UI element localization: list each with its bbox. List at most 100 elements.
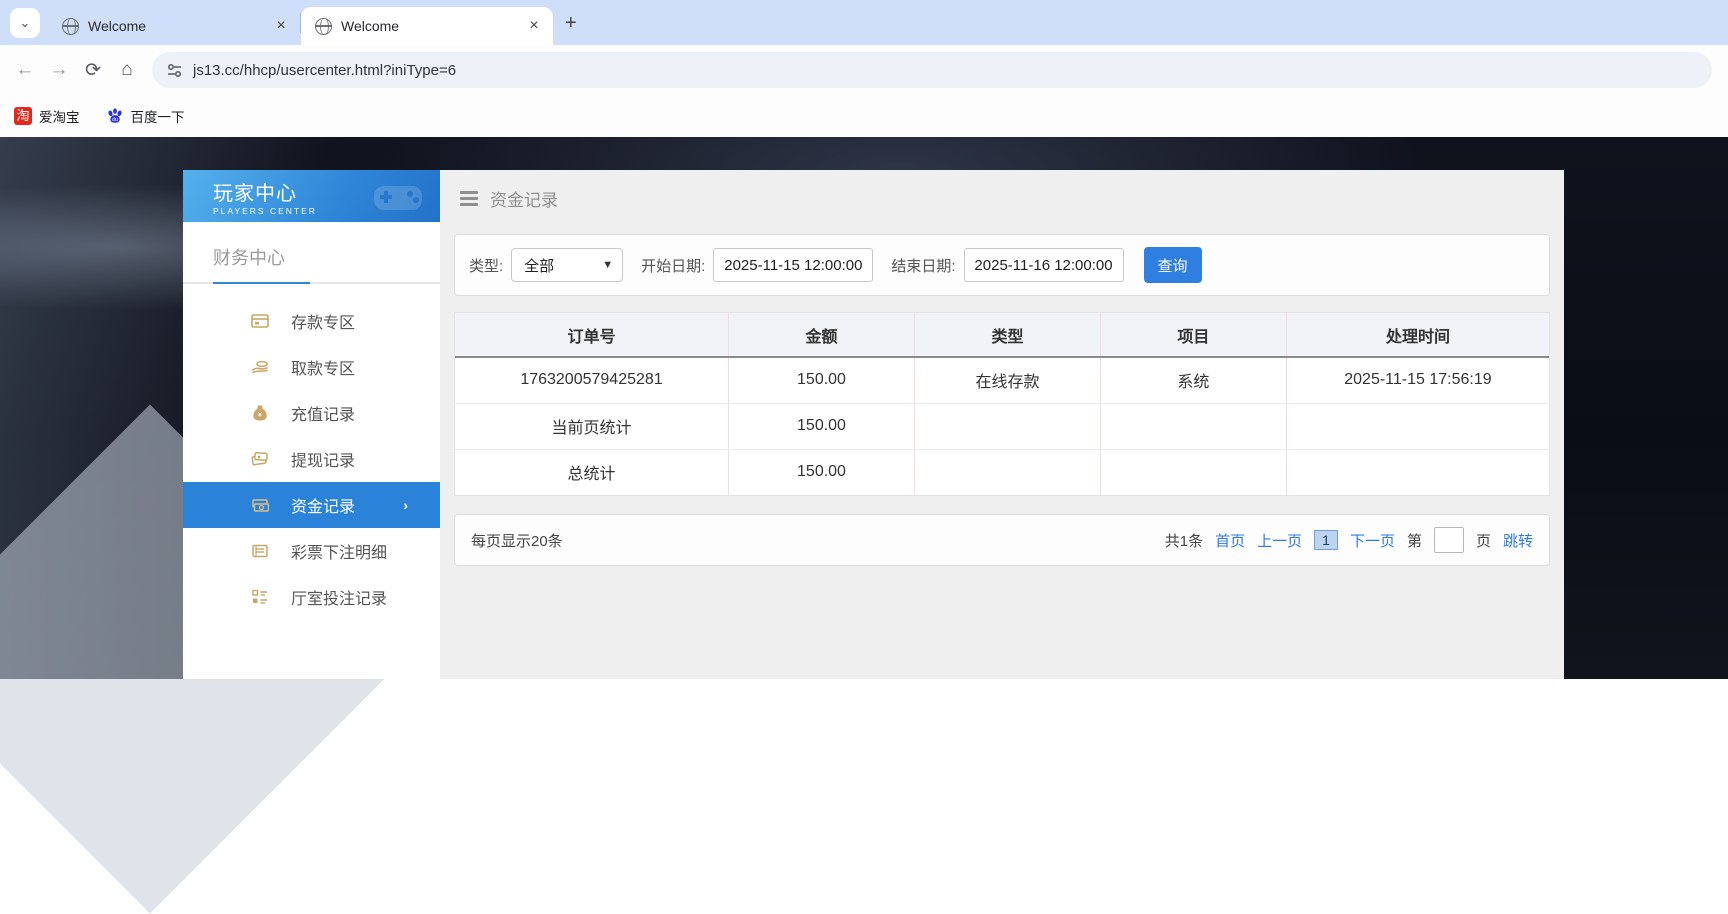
cell-amount: 150.00 [728,403,915,450]
page-title: 资金记录 [490,191,558,210]
browser-tab-1[interactable]: Welcome × [48,7,300,45]
site-info-icon[interactable] [166,62,183,79]
bookmark-label: 爱淘宝 [39,110,80,125]
sidebar-item-lottery-bet-details[interactable]: 彩票下注明细 [183,528,440,574]
list-note-icon [251,542,269,560]
funds-table: 订单号 金额 类型 项目 处理时间 1763200579425281 150.0… [455,313,1549,495]
type-select[interactable]: 全部 ▼ [511,248,624,282]
start-date-label: 开始日期: [641,257,706,275]
content-header: 资金记录 [440,170,1564,211]
sidebar-item-label: 取款专区 [291,361,356,378]
start-date-input[interactable] [713,248,874,282]
main-content: 资金记录 类型: 全部 ▼ 开始日期: 结束日期: 查询 订单号 金额 类型 项… [440,170,1564,679]
table-row-grand-total: 总统计 150.00 [455,449,1549,495]
next-page-link[interactable]: 下一页 [1350,530,1395,551]
sidebar-item-label: 提现记录 [291,453,356,470]
table-row-page-subtotal: 当前页统计 150.00 [455,403,1549,450]
globe-icon [315,17,332,35]
cell-empty [1285,449,1549,495]
bookmarks-bar: 淘 爱淘宝 du 百度一下 [0,95,1728,137]
globe-icon [62,17,79,35]
cell-type: 在线存款 [913,357,1101,404]
jump-suffix-label: 页 [1475,532,1491,550]
wallet-cards-icon [251,450,269,468]
banknotes-icon [251,496,269,514]
end-date-label: 结束日期: [891,257,956,275]
home-icon[interactable]: ⌂ [110,59,144,81]
bookmark-taobao[interactable]: 淘 爱淘宝 [14,106,80,126]
total-count-text: 共1条 [1164,532,1204,550]
back-icon[interactable]: ← [8,59,42,81]
address-bar[interactable]: js13.cc/hhcp/usercenter.html?iniType=6 [152,52,1712,88]
tab-title: Welcome [88,18,147,34]
tab-title: Welcome [341,18,400,34]
table-header-row: 订单号 金额 类型 项目 处理时间 [455,313,1549,358]
baidu-paw-icon: du [107,108,122,123]
hand-money-icon [251,358,269,376]
cell-label: 总统计 [567,466,616,484]
url-text: js13.cc/hhcp/usercenter.html?iniType=6 [193,61,457,79]
col-header-type: 类型 [913,313,1101,358]
section-title: 财务中心 [213,248,285,268]
browser-tab-strip: ⌄ Welcome × Welcome × + [0,0,1728,45]
close-icon[interactable]: × [525,17,543,35]
checklist-icon [251,588,269,606]
current-page-indicator: 1 [1314,530,1338,550]
filter-bar: 类型: 全部 ▼ 开始日期: 结束日期: 查询 [454,234,1550,296]
funds-table-container: 订单号 金额 类型 项目 处理时间 1763200579425281 150.0… [454,312,1550,496]
new-tab-button[interactable]: + [565,12,577,35]
type-label: 类型: [469,257,504,275]
page-size-text: 每页显示20条 [471,532,563,550]
sidebar-menu: 存款专区 取款专区 ¥ 充值记录 提现记录 资金记录 › 彩票下注明细 厅室投注… [183,284,440,620]
svg-text:¥: ¥ [258,412,262,419]
pagination-bar: 每页显示20条 共1条 首页 上一页 1 下一页 第 页 跳转 [454,514,1550,566]
bookmark-baidu[interactable]: du 百度一下 [106,106,185,126]
sidebar-item-recharge-record[interactable]: ¥ 充值记录 [183,390,440,436]
sidebar-item-withdraw-zone[interactable]: 取款专区 [183,344,440,390]
sidebar-item-label: 彩票下注明细 [291,545,388,562]
reload-icon[interactable]: ⟳ [76,59,110,82]
cell-empty [913,403,1101,450]
cell-order-no: 1763200579425281 [455,357,729,404]
first-page-link[interactable]: 首页 [1215,530,1245,551]
col-header-project: 项目 [1099,313,1287,358]
hamburger-icon[interactable] [460,188,478,209]
sidebar-item-label: 充值记录 [291,407,356,424]
sidebar-item-hall-bet-record[interactable]: 厅室投注记录 [183,574,440,620]
cell-project: 系统 [1099,357,1287,404]
col-header-order: 订单号 [455,313,729,358]
jump-button[interactable]: 跳转 [1503,530,1533,551]
cell-amount: 150.00 [728,357,915,404]
page-jump-input[interactable] [1433,527,1464,553]
money-bag-icon: ¥ [251,404,269,422]
bookmark-label: 百度一下 [130,110,185,125]
query-button[interactable]: 查询 [1143,247,1202,283]
section-underline [183,282,440,284]
cell-label: 当前页统计 [455,403,729,450]
sidebar-item-withdrawal-record[interactable]: 提现记录 [183,436,440,482]
sidebar-item-label: 资金记录 [291,499,356,516]
cell-empty [1099,449,1287,495]
sidebar-item-funds-record[interactable]: 资金记录 › [183,482,440,528]
col-header-amount: 金额 [728,313,915,358]
browser-tab-2[interactable]: Welcome × [301,7,553,45]
table-row: 1763200579425281 150.00 在线存款 系统 2025-11-… [455,357,1549,404]
prev-page-link[interactable]: 上一页 [1257,530,1302,551]
sidebar-header: 玩家中心 PLAYERS CENTER [183,170,440,222]
chevron-down-icon: ▼ [602,259,614,271]
sidebar-item-deposit-zone[interactable]: 存款专区 [183,298,440,344]
chevron-right-icon: › [403,497,408,513]
players-center-sidebar: 玩家中心 PLAYERS CENTER 财务中心 存款专区 取款专区 ¥ 充值记… [183,170,440,679]
deposit-card-icon [251,312,269,330]
cell-empty [913,449,1101,495]
gamepad-icon [374,186,422,210]
sidebar-item-label: 厅室投注记录 [291,591,388,608]
taobao-icon: 淘 [14,107,32,125]
svg-text:du: du [112,117,118,123]
jump-prefix-label: 第 [1406,532,1422,550]
forward-icon[interactable]: → [42,59,76,81]
cell-empty [1099,403,1287,450]
end-date-input[interactable] [963,248,1124,282]
close-icon[interactable]: × [272,17,290,35]
tab-search-chevron-button[interactable]: ⌄ [10,8,40,38]
